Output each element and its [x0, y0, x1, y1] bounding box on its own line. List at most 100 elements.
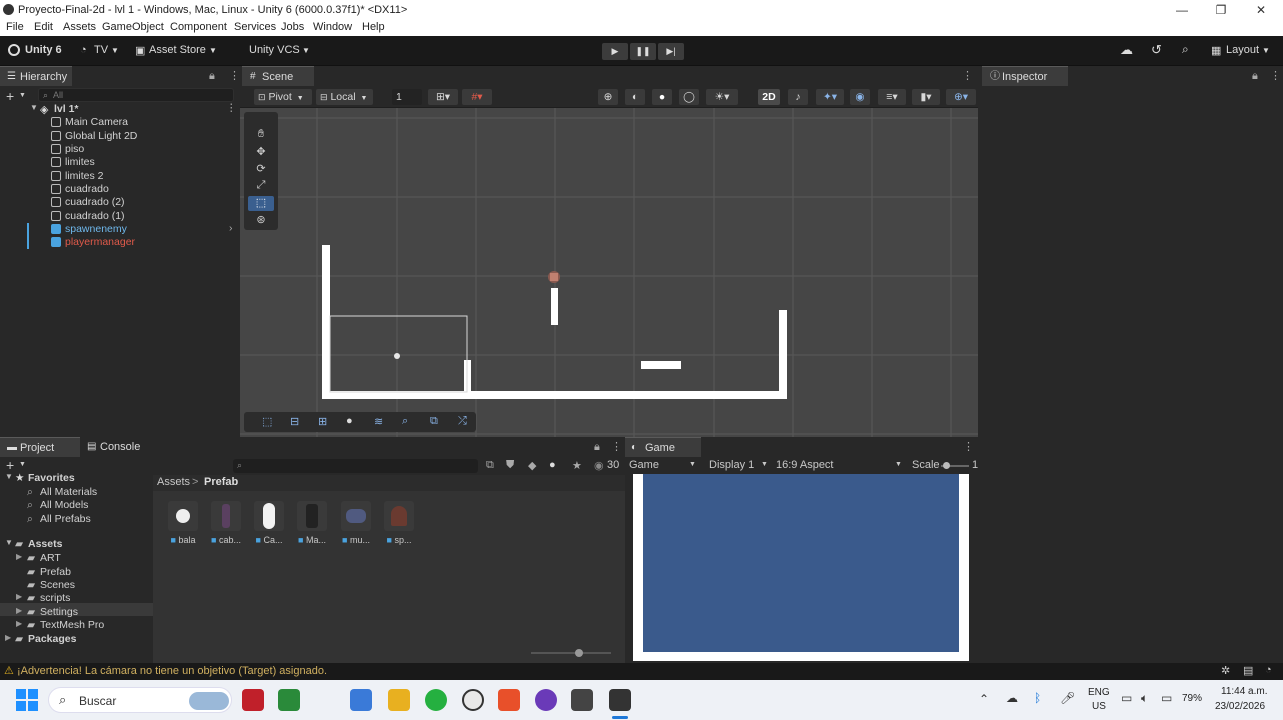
kebab-menu-icon[interactable]: ⋮ [229, 69, 240, 82]
rect-tool-icon[interactable]: ⬚ [248, 196, 274, 211]
asset-store-dropdown[interactable]: Asset Store [149, 44, 206, 56]
packages-folder[interactable]: Packages [28, 633, 76, 645]
chevron-down-icon[interactable]: ▼ [5, 472, 13, 481]
filter-tag-icon[interactable]: ◆ [528, 459, 536, 472]
app-icon-x[interactable] [278, 689, 300, 711]
kebab-menu-icon[interactable]: ⋮ [962, 69, 973, 82]
chevron-right-icon[interactable]: ▶ [16, 606, 22, 615]
orientation-icon[interactable]: ⊕ [598, 89, 618, 105]
language-line1[interactable]: ENG [1088, 687, 1110, 698]
tools-overlay-icon[interactable]: ▮▾ [912, 89, 940, 105]
game-mode-dropdown[interactable]: Game [629, 459, 659, 471]
mode-2d-toggle[interactable]: 2D [758, 89, 780, 105]
lock-icon[interactable]: 🔒︎ [209, 70, 215, 83]
network-icon[interactable]: ▭ [1121, 691, 1132, 705]
gizmos-icon[interactable]: ⊕▾ [946, 89, 976, 105]
chevron-right-icon[interactable]: ▶ [16, 552, 22, 561]
space-dropdown[interactable]: ⊟ Local ▼ [316, 89, 373, 105]
hand-tool-icon[interactable]: ✋︎ [248, 128, 274, 143]
asset-item[interactable]: ■ bala [164, 501, 202, 545]
close-button[interactable]: ✕ [1251, 2, 1271, 18]
tab-hierarchy[interactable]: ☰ Hierarchy [0, 66, 72, 86]
menu-component[interactable]: Component [170, 21, 227, 33]
chevron-right-icon[interactable]: ▶ [16, 619, 22, 628]
menu-help[interactable]: Help [362, 21, 385, 33]
asset-item[interactable]: ■ sp... [380, 501, 418, 545]
menu-gameobject[interactable]: GameObject [102, 21, 164, 33]
hierarchy-item[interactable]: cuadrado [0, 183, 240, 196]
rect-select-icon[interactable]: ⬚ [262, 415, 272, 428]
hierarchy-item[interactable]: piso [0, 143, 240, 156]
kebab-menu-icon[interactable]: ⋮ [1270, 69, 1281, 82]
tab-game[interactable]: ◐ Game [625, 437, 701, 457]
menu-edit[interactable]: Edit [34, 21, 53, 33]
hierarchy-item[interactable]: cuadrado (2) [0, 196, 240, 209]
folder-item-selected[interactable]: Prefab [40, 566, 71, 578]
scene-viewport[interactable]: ✋︎ ✥ ⟳ ⤢ ⬚ ⊛ ⬚ ⊟ ⊞ ● ≋ ⌕ ⧉ ⤮ [240, 108, 978, 437]
assets-folder[interactable]: Assets [28, 538, 62, 550]
slider-handle[interactable] [943, 462, 950, 469]
breadcrumb-root[interactable]: Assets [157, 476, 190, 488]
circle-icon[interactable]: ● [346, 415, 353, 427]
camera-settings-icon[interactable]: ≡▾ [878, 89, 906, 105]
thumbnail-size-slider[interactable] [531, 649, 611, 657]
warning-filter-icon[interactable]: ● [549, 459, 556, 471]
aspect-dropdown[interactable]: 16:9 Aspect [776, 459, 834, 471]
chevron-right-icon[interactable]: ▶ [5, 633, 11, 642]
rotate-tool-icon[interactable]: ⟳ [248, 162, 274, 177]
kebab-menu-icon[interactable]: ⋮ [963, 440, 974, 453]
folder-item[interactable]: ART [40, 552, 61, 564]
tab-console[interactable]: ▤ Console [80, 437, 152, 457]
clock-time[interactable]: 11:44 a.m. [1221, 686, 1268, 697]
unlit-icon[interactable]: ◯ [679, 89, 699, 105]
play-button[interactable]: ▶ [602, 43, 628, 60]
brave-icon[interactable] [498, 689, 520, 711]
filter-by-type-icon[interactable]: ⧉ [486, 459, 494, 472]
menu-assets[interactable]: Assets [63, 21, 96, 33]
menu-jobs[interactable]: Jobs [281, 21, 304, 33]
tab-inspector[interactable]: ⓘ Inspector [982, 66, 1068, 86]
whatsapp-icon[interactable] [425, 689, 447, 711]
status-message[interactable]: ¡Advertencia! La cámara no tiene un obje… [17, 665, 327, 677]
folder-item[interactable]: scripts [40, 592, 70, 604]
snap-increment-input[interactable]: 1 [392, 89, 422, 105]
folder-item[interactable]: Scenes [40, 579, 75, 591]
grid-icon[interactable]: ⊞ [318, 415, 327, 428]
lighting-icon[interactable]: ☀▾ [706, 89, 738, 105]
transform-tool-icon[interactable]: ⊛ [248, 213, 274, 228]
pivot-dropdown[interactable]: ⊡ Pivot ▼ [254, 89, 312, 105]
layout-dropdown[interactable]: Layout [1226, 44, 1259, 56]
bug-icon[interactable]: ✲ [1221, 664, 1230, 677]
audio-mute-icon[interactable]: ♪ [788, 89, 808, 105]
store-icon[interactable] [350, 689, 372, 711]
folder-item[interactable]: Settings [40, 606, 78, 618]
taskbar-search-box[interactable]: ⌕ Buscar [48, 687, 232, 713]
chevron-right-icon[interactable]: ▶ [16, 592, 22, 601]
wireframe-icon[interactable]: ◐ [625, 89, 645, 105]
slider-handle[interactable] [575, 649, 583, 657]
step-button[interactable]: ▶| [658, 43, 684, 60]
file-explorer-icon[interactable] [388, 689, 410, 711]
align-icon[interactable]: ⊟ [290, 415, 299, 428]
chevron-down-icon[interactable]: ▼ [19, 92, 26, 99]
status-bar[interactable]: ⚠ ¡Advertencia! La cámara no tiene un ob… [0, 663, 1283, 680]
microphone-icon[interactable]: 🎤︎ [1060, 691, 1075, 705]
tab-scene[interactable]: # Scene [242, 66, 314, 86]
favorite-item[interactable]: All Prefabs [40, 513, 91, 525]
hierarchy-search-input[interactable]: ⌕ All [38, 88, 234, 102]
asset-item[interactable]: ■ Ma... [293, 501, 331, 545]
onedrive-icon[interactable]: ☁ [1006, 691, 1018, 705]
grid-toggle-icon[interactable]: #▾ [462, 89, 492, 105]
clock-date[interactable]: 23/02/2026 [1215, 701, 1265, 712]
history-icon[interactable]: ↺ [1151, 42, 1162, 58]
windows-start-icon[interactable] [16, 689, 38, 711]
vcs-dropdown[interactable]: Unity VCS [249, 44, 300, 56]
account-dropdown[interactable]: TV [94, 44, 108, 56]
bluetooth-icon[interactable]: ᛒ [1034, 691, 1041, 705]
maximize-button[interactable]: ❐ [1211, 2, 1231, 18]
favorite-star-icon[interactable]: ★ [572, 459, 582, 472]
unity-hub-icon[interactable] [571, 689, 593, 711]
hierarchy-item[interactable]: Main Camera [0, 116, 240, 129]
chevron-down-icon[interactable]: ▼ [5, 538, 13, 547]
move-tool-icon[interactable]: ✥ [248, 145, 274, 160]
